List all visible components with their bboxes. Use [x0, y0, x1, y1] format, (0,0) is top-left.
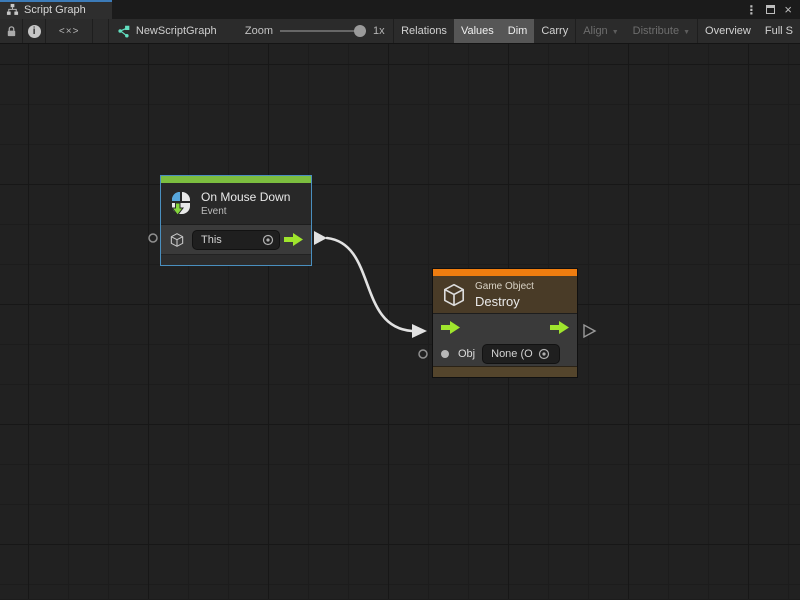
graph-canvas[interactable]: On Mouse Down Event This — [0, 44, 800, 599]
node-header[interactable]: Game Object Destroy — [433, 276, 577, 313]
zoom-label: Zoom — [245, 25, 273, 37]
destroy-obj-external-port[interactable] — [419, 350, 427, 358]
flow-input-port[interactable] — [441, 321, 460, 334]
wire-destination-arrowhead — [412, 324, 427, 338]
node-subtitle: Event — [201, 206, 290, 217]
distribute-button[interactable]: Distribute ▼ — [626, 19, 698, 43]
window-menu-icon[interactable]: ⋮ — [743, 4, 759, 16]
node-on-mouse-down[interactable]: On Mouse Down Event This — [160, 175, 312, 266]
fullscreen-button[interactable]: Full S — [758, 19, 800, 43]
close-icon[interactable]: × — [782, 3, 794, 16]
dropdown-arrow-icon: ▼ — [612, 29, 619, 36]
event-accent-bar — [161, 176, 311, 183]
zoom-value: 1x — [373, 25, 385, 37]
mouse-down-event-icon — [169, 191, 193, 217]
distribute-label: Distribute — [633, 25, 679, 37]
tab-title: Script Graph — [24, 4, 86, 16]
code-icon: <×> — [59, 26, 80, 37]
target-field-value: This — [201, 234, 222, 246]
flow-output-port[interactable] — [284, 233, 303, 246]
node-header[interactable]: On Mouse Down Event — [161, 183, 311, 224]
event-target-input-port[interactable] — [149, 234, 157, 242]
node-title: On Mouse Down — [201, 190, 290, 204]
destroy-flow-out-external-port[interactable] — [584, 325, 595, 337]
node-destroy[interactable]: Game Object Destroy Obj — [432, 268, 578, 378]
lock-button[interactable] — [0, 19, 23, 43]
align-button[interactable]: Align ▼ — [576, 19, 625, 43]
node-footer — [161, 254, 311, 265]
graph-name-breadcrumb[interactable]: NewScriptGraph — [109, 19, 225, 43]
graph-toolbar: i <×> NewScriptGraph Zoom 1x Relations V… — [0, 19, 800, 44]
script-graph-window: Script Graph ⋮ × i <×> NewScriptGraph — [0, 0, 800, 600]
game-object-cube-icon — [441, 282, 467, 308]
obj-input-label: Obj — [458, 348, 475, 360]
node-surtitle: Game Object — [475, 281, 534, 292]
relations-button[interactable]: Relations — [394, 19, 454, 43]
wire-layer — [0, 44, 800, 599]
tab-bar: Script Graph ⋮ × — [0, 0, 800, 19]
node-title: Destroy — [475, 294, 534, 309]
info-icon: i — [28, 25, 41, 38]
obj-field-value: None (O — [491, 348, 533, 360]
zoom-slider-handle[interactable] — [354, 25, 366, 37]
overview-button[interactable]: Overview — [698, 19, 758, 43]
zoom-control: Zoom 1x — [225, 19, 391, 43]
carry-button[interactable]: Carry — [534, 19, 576, 43]
dim-button[interactable]: Dim — [501, 19, 535, 43]
active-tab-indicator — [0, 0, 112, 2]
value-input-port[interactable] — [441, 350, 449, 358]
lock-icon — [5, 25, 18, 38]
values-button[interactable]: Values — [454, 19, 501, 43]
inspect-button[interactable]: i — [23, 19, 46, 43]
obj-object-field[interactable]: None (O — [482, 344, 560, 364]
code-view-button[interactable]: <×> — [46, 19, 93, 43]
align-label: Align — [583, 25, 607, 37]
destroy-accent-bar — [433, 269, 577, 276]
maximize-icon[interactable] — [766, 5, 775, 14]
wire-source-arrow[interactable] — [314, 231, 327, 245]
zoom-slider[interactable] — [280, 24, 366, 38]
dropdown-arrow-icon: ▼ — [683, 29, 690, 36]
node-footer — [433, 366, 577, 377]
window-controls: ⋮ × — [743, 0, 800, 19]
target-object-field[interactable]: This — [192, 230, 280, 250]
game-object-cube-icon — [169, 232, 185, 248]
toolbar-spacer — [93, 19, 109, 43]
tab-script-graph[interactable]: Script Graph — [0, 0, 112, 19]
graph-hierarchy-icon — [6, 3, 19, 16]
object-picker-icon[interactable] — [538, 348, 550, 360]
script-graph-asset-icon — [117, 25, 130, 38]
object-picker-icon[interactable] — [262, 234, 274, 246]
graph-name-label: NewScriptGraph — [136, 25, 217, 37]
flow-output-port[interactable] — [550, 321, 569, 334]
flow-wire — [327, 238, 412, 331]
